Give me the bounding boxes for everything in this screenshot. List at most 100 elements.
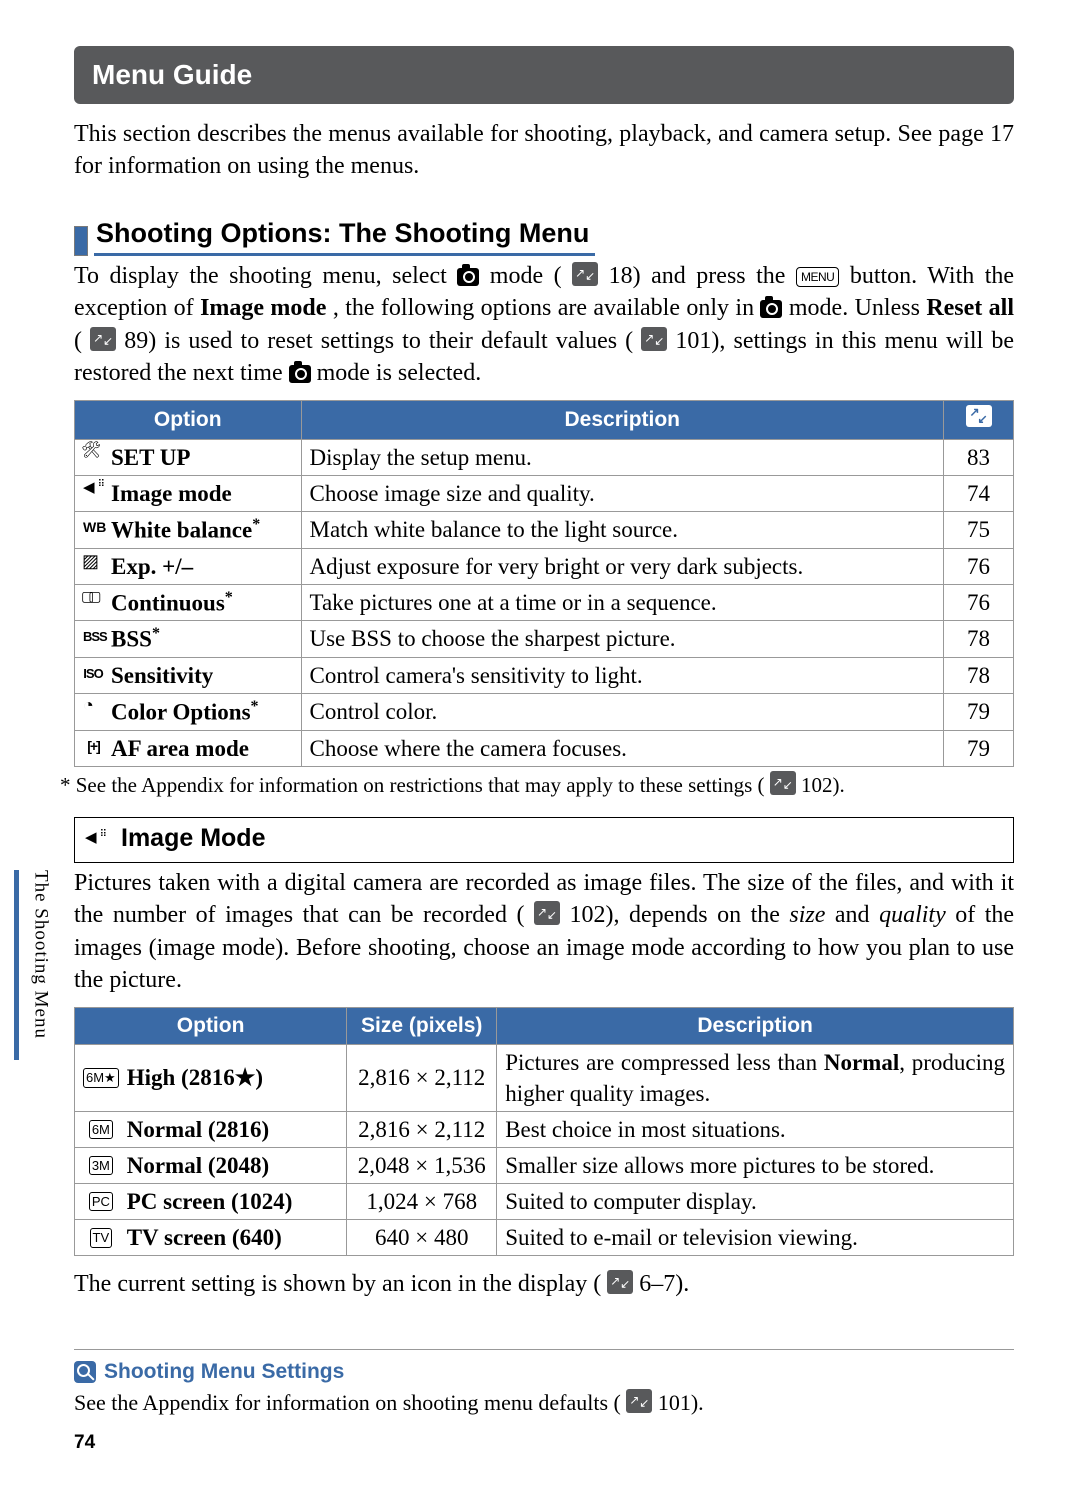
option-name-cell: PC screen (1024) xyxy=(127,1184,347,1220)
option-desc-cell: Adjust exposure for very bright or very … xyxy=(301,548,944,584)
text: To display the shooting menu, select xyxy=(74,263,457,289)
option-desc-cell: Display the setup menu. xyxy=(301,439,944,475)
option-name-cell: Normal (2048) xyxy=(127,1148,347,1184)
size-cell: 2,048 × 1,536 xyxy=(347,1148,497,1184)
option-icon-cell: 6M★ xyxy=(75,1044,127,1111)
text: ( xyxy=(74,328,82,354)
option-name-cell: Color Options* xyxy=(111,694,301,731)
option-icon-cell xyxy=(75,548,112,584)
col-description: Description xyxy=(497,1007,1014,1044)
table-header-row: Option Size (pixels) Description xyxy=(75,1007,1014,1044)
image-mode-tail: The current setting is shown by an icon … xyxy=(74,1264,1014,1300)
text: Pictures are compressed less than xyxy=(505,1050,824,1075)
text: 102), depends on the xyxy=(569,902,789,928)
option-page-cell: 83 xyxy=(944,439,1014,475)
col-size: Size (pixels) xyxy=(347,1007,497,1044)
option-desc-cell: Use BSS to choose the sharpest picture. xyxy=(301,621,944,658)
option-desc-cell: Pictures are compressed less than Normal… xyxy=(497,1044,1014,1111)
text: 101). xyxy=(658,1390,704,1415)
option-name: SET UP xyxy=(111,445,190,470)
option-desc-cell: Suited to computer display. xyxy=(497,1184,1014,1220)
note-title: Shooting Menu Settings xyxy=(104,1358,344,1386)
shooting-options-table: Option Description SET UP Display the set… xyxy=(74,400,1014,767)
asterisk: * xyxy=(225,589,233,606)
option-icon-cell xyxy=(75,621,112,658)
option-page-cell: 75 xyxy=(944,512,1014,549)
text: The current setting is shown by an icon … xyxy=(74,1271,601,1297)
option-name: Continuous xyxy=(111,590,225,615)
italic-text: size xyxy=(789,902,825,928)
side-margin-label: The Shooting Menu xyxy=(28,870,54,1039)
option-name-cell: SET UP xyxy=(111,439,301,475)
table-row: White balance*Match white balance to the… xyxy=(75,512,1014,549)
option-name: Sensitivity xyxy=(111,663,213,688)
option-page-cell: 78 xyxy=(944,621,1014,658)
option-name: BSS xyxy=(111,627,152,652)
option-icon-cell: 6M xyxy=(75,1112,127,1148)
option-name-cell: Normal (2816) xyxy=(127,1112,347,1148)
text: mode. Unless xyxy=(789,295,926,321)
option-icon-cell xyxy=(75,658,112,694)
table-row: Color Options*Control color.79 xyxy=(75,694,1014,731)
table-row: TVTV screen (640)640 × 480Suited to e-ma… xyxy=(75,1220,1014,1256)
text: 6–7). xyxy=(639,1271,689,1297)
option-desc-cell: Choose where the camera focuses. xyxy=(301,730,944,766)
note-body: See the Appendix for information on shoo… xyxy=(74,1386,1014,1418)
table-row: AF area mode Choose where the camera focu… xyxy=(75,730,1014,766)
asterisk: * xyxy=(252,516,260,533)
side-bar xyxy=(14,870,19,1060)
page-number: 74 xyxy=(74,1430,1014,1456)
subsection-body: To display the shooting menu, select mod… xyxy=(74,256,1014,390)
size-badge-icon: TV xyxy=(90,1228,113,1248)
option-desc-cell: Control color. xyxy=(301,694,944,731)
option-icon-cell xyxy=(75,439,112,475)
text: * See the Appendix for information on re… xyxy=(60,773,765,797)
option-page-cell: 76 xyxy=(944,548,1014,584)
size-cell: 640 × 480 xyxy=(347,1220,497,1256)
table-row: Image modeChoose image size and quality.… xyxy=(75,475,1014,511)
option-icon-cell xyxy=(75,730,112,766)
size-cell: 2,816 × 2,112 xyxy=(347,1112,497,1148)
option-name-cell: High (2816★) xyxy=(127,1044,347,1111)
side-label-text: The Shooting Menu xyxy=(31,870,52,1039)
table-row: 6M★High (2816★)2,816 × 2,112Pictures are… xyxy=(75,1044,1014,1111)
option-page-cell: 74 xyxy=(944,475,1014,511)
option-name-cell: Image mode xyxy=(111,475,301,511)
option-icon-cell xyxy=(75,694,112,731)
note-heading: Shooting Menu Settings xyxy=(74,1349,1014,1386)
size-cell: 2,816 × 2,112 xyxy=(347,1044,497,1111)
section-title: Menu Guide xyxy=(74,46,1014,104)
option-name: Color Options xyxy=(111,700,251,725)
option-name-cell: Exp. +/– xyxy=(111,548,301,584)
text: mode ( xyxy=(490,263,562,289)
iso-icon xyxy=(83,664,103,682)
option-name-cell: Sensitivity xyxy=(111,658,301,694)
option-name: AF area mode xyxy=(111,736,249,761)
option-name-cell: BSS* xyxy=(111,621,301,658)
table-header-row: Option Description xyxy=(75,400,1014,439)
image-mode-body: Pictures taken with a digital camera are… xyxy=(74,863,1014,997)
col-option: Option xyxy=(75,400,302,439)
option-desc-cell: Control camera's sensitivity to light. xyxy=(301,658,944,694)
page-ref-icon xyxy=(607,1270,633,1294)
option-name-cell: TV screen (640) xyxy=(127,1220,347,1256)
image-mode-icon xyxy=(85,824,105,854)
size-badge-icon: 6M★ xyxy=(83,1068,119,1088)
camera-icon xyxy=(457,268,479,286)
option-desc-cell: Best choice in most situations. xyxy=(497,1112,1014,1148)
option-desc-cell: Match white balance to the light source. xyxy=(301,512,944,549)
heading-text: Image Mode xyxy=(121,822,265,856)
table-row: 6MNormal (2816)2,816 × 2,112Best choice … xyxy=(75,1112,1014,1148)
text: and xyxy=(835,902,879,928)
table-row: Exp. +/–Adjust exposure for very bright … xyxy=(75,548,1014,584)
option-icon-cell: TV xyxy=(75,1220,127,1256)
page-ref-icon xyxy=(641,327,667,351)
camera-icon xyxy=(760,300,782,318)
subsection-marker xyxy=(74,226,88,256)
col-page-ref xyxy=(944,400,1014,439)
text: , the following options are available on… xyxy=(333,295,761,321)
col-option: Option xyxy=(75,1007,347,1044)
page-ref-icon xyxy=(90,327,116,351)
option-name-cell: AF area mode xyxy=(111,730,301,766)
size-cell: 1,024 × 768 xyxy=(347,1184,497,1220)
